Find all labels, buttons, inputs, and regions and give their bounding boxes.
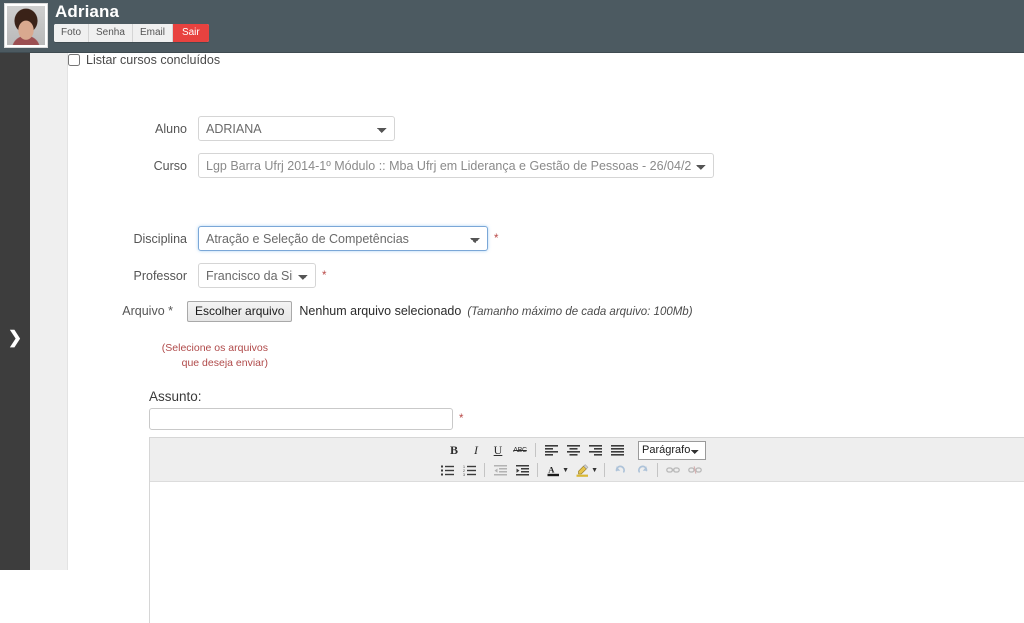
format-select[interactable]: Parágrafo	[638, 440, 706, 460]
file-size-hint: (Tamanho máximo de cada arquivo: 100Mb)	[467, 306, 693, 318]
svg-text:3: 3	[463, 473, 465, 476]
sair-button[interactable]: Sair	[172, 24, 209, 42]
editor-toolbar: B I U ABC Parágrafo 1 2 3 A ▼ ▼	[150, 438, 1024, 482]
label-assunto: Assunto:	[149, 389, 202, 404]
page-title: Adriana	[55, 2, 119, 21]
insert-link-icon[interactable]	[663, 461, 683, 479]
field-row-aluno: Aluno ADRIANA	[68, 116, 395, 141]
label-curso: Curso	[153, 158, 187, 173]
avatar	[4, 3, 48, 48]
curso-select[interactable]: Lgp Barra Ufrj 2014-1º Módulo :: Mba Ufr…	[198, 153, 714, 178]
foto-button[interactable]: Foto	[54, 24, 90, 42]
undo-icon[interactable]	[610, 461, 630, 479]
senha-button[interactable]: Senha	[89, 24, 133, 42]
strikethrough-icon[interactable]: ABC	[510, 441, 530, 459]
field-row-curso: Curso Lgp Barra Ufrj 2014-1º Módulo :: M…	[68, 153, 714, 178]
text-color-dropdown-icon[interactable]: ▼	[562, 467, 569, 474]
listar-cursos-concluidos-checkbox[interactable]	[68, 54, 80, 66]
label-disciplina: Disciplina	[133, 231, 188, 246]
user-photo-icon	[7, 6, 45, 45]
assunto-input[interactable]	[149, 408, 453, 430]
italic-icon[interactable]: I	[466, 441, 486, 459]
align-justify-icon[interactable]	[607, 441, 627, 459]
separator	[535, 443, 536, 457]
label-professor: Professor	[133, 268, 188, 283]
field-row-professor: Professor Francisco da Silva *	[68, 263, 326, 288]
align-center-icon[interactable]	[563, 441, 583, 459]
bold-icon[interactable]: B	[444, 441, 464, 459]
file-selection-hint: (Selecione os arquivos que deseja enviar…	[161, 342, 268, 369]
bullet-list-icon[interactable]	[437, 461, 457, 479]
professor-select[interactable]: Francisco da Silva	[198, 263, 316, 288]
highlight-color-icon[interactable]	[572, 461, 592, 479]
header-button-group: Foto Senha Email Sair	[54, 24, 209, 42]
sidebar-toggle-chevron-right-icon[interactable]: ❯	[0, 318, 30, 358]
editor-toolbar-row-1: B I U ABC Parágrafo	[443, 440, 706, 460]
editor-content-area[interactable]	[150, 482, 1024, 623]
text-color-icon[interactable]: A	[543, 461, 563, 479]
separator	[537, 463, 539, 477]
field-row-assunto: *	[149, 408, 463, 430]
field-row-disciplina: Disciplina Atração e Seleção de Competên…	[68, 226, 498, 251]
field-row-listar-cursos-concluidos: Listar cursos concluídos	[68, 53, 1024, 67]
field-row-arquivo: Arquivo * Escolher arquivo Nenhum arquiv…	[68, 301, 693, 322]
assunto-required-marker: *	[459, 413, 464, 425]
editor-toolbar-row-2: 1 2 3 A ▼ ▼	[436, 460, 706, 480]
top-header-bar: Adriana Foto Senha Email Sair	[0, 0, 1024, 53]
professor-required-marker: *	[322, 269, 327, 282]
disciplina-required-marker: *	[494, 232, 499, 245]
indent-icon[interactable]	[512, 461, 532, 479]
separator	[657, 463, 658, 477]
highlight-color-dropdown-icon[interactable]: ▼	[591, 467, 598, 474]
label-arquivo: Arquivo *	[122, 304, 173, 318]
remove-link-icon[interactable]	[685, 461, 705, 479]
underline-icon[interactable]: U	[488, 441, 508, 459]
numbered-list-icon[interactable]: 1 2 3	[459, 461, 479, 479]
content-gutter	[30, 53, 68, 570]
email-button[interactable]: Email	[132, 24, 173, 42]
main-content: Aluno ADRIANA Curso Lgp Barra Ufrj 2014-…	[68, 53, 1024, 623]
left-sidebar: ❯	[0, 53, 30, 570]
aluno-select[interactable]: ADRIANA	[198, 116, 395, 141]
escolher-arquivo-button[interactable]: Escolher arquivo	[187, 301, 293, 322]
file-status-text: Nenhum arquivo selecionado	[299, 304, 462, 318]
rich-text-editor: B I U ABC Parágrafo 1 2 3 A ▼ ▼	[149, 437, 1024, 623]
disciplina-select[interactable]: Atração e Seleção de Competências	[198, 226, 488, 251]
label-aluno: Aluno	[155, 121, 187, 136]
align-left-icon[interactable]	[541, 441, 561, 459]
listar-cursos-concluidos-label: Listar cursos concluídos	[86, 53, 221, 67]
separator	[604, 463, 605, 477]
align-right-icon[interactable]	[585, 441, 605, 459]
outdent-icon[interactable]	[490, 461, 510, 479]
svg-text:A: A	[548, 464, 555, 474]
redo-icon[interactable]	[632, 461, 652, 479]
separator	[484, 463, 486, 477]
